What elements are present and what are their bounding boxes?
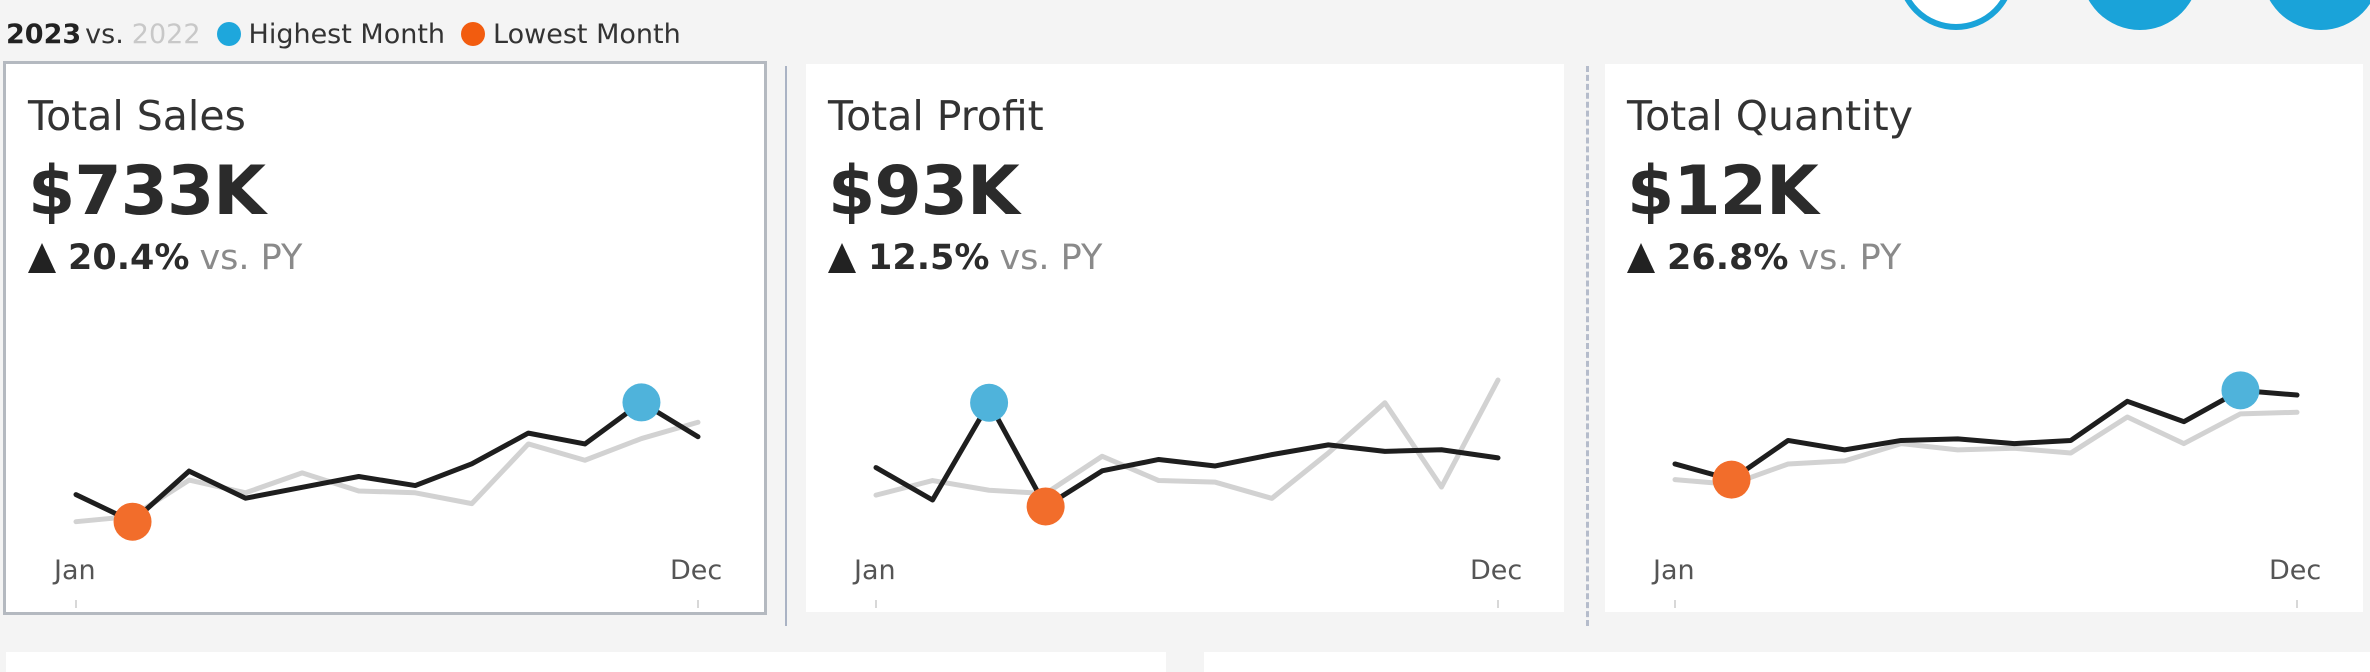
legend-highest-dot-icon	[216, 22, 241, 46]
previous-year-line[interactable]	[1672, 409, 2300, 487]
kpi-card-total-profit[interactable]: Total Profit $93K 12.5% vs. PY Jan Dec	[806, 64, 1564, 612]
sparkline-chart[interactable]	[806, 64, 1564, 612]
current-year-line[interactable]	[73, 399, 701, 525]
highest-month-marker[interactable]	[622, 383, 661, 422]
previous-year-line[interactable]	[73, 419, 701, 525]
x-tick-end: Dec	[670, 555, 723, 586]
lowest-month-marker[interactable]	[1712, 460, 1751, 499]
lowest-month-marker[interactable]	[1026, 487, 1065, 526]
legend-lowest-label: Lowest Month	[493, 18, 681, 50]
x-tick-start: Jan	[1653, 555, 1695, 586]
legend-current-year: 2023	[6, 18, 82, 50]
chart-legend: 2023 vs. 2022 Highest Month Lowest Month	[6, 14, 697, 54]
x-tick-start: Jan	[54, 555, 96, 586]
sparkline-chart[interactable]	[1605, 64, 2363, 612]
nav-button-info[interactable]	[2262, 0, 2370, 30]
nav-button-overview[interactable]	[1897, 0, 2015, 30]
current-year-line[interactable]	[873, 400, 1501, 509]
kpi-card-total-quantity[interactable]: Total Quantity $12K 26.8% vs. PY Jan Dec	[1605, 64, 2363, 612]
nav-button-details[interactable]	[2081, 0, 2199, 30]
x-tick-start: Jan	[854, 555, 896, 586]
legend-highest-label: Highest Month	[248, 18, 446, 50]
bottom-panel-right	[1204, 652, 2370, 672]
x-tick-end: Dec	[1470, 555, 1523, 586]
highest-month-marker[interactable]	[2221, 371, 2260, 410]
sparkline-chart[interactable]	[6, 64, 764, 612]
kpi-card-total-sales[interactable]: Total Sales $733K 20.4% vs. PY Jan Dec	[3, 61, 767, 615]
card-divider	[785, 66, 787, 626]
legend-lowest-dot-icon	[461, 22, 486, 46]
bottom-panel-left	[6, 652, 1166, 672]
x-tick-end: Dec	[2269, 555, 2322, 586]
legend-previous-year: 2022	[131, 18, 201, 50]
legend-vs: vs.	[85, 18, 124, 50]
highest-month-marker[interactable]	[970, 383, 1009, 422]
card-divider	[1586, 66, 1589, 626]
lowest-month-marker[interactable]	[113, 502, 152, 541]
